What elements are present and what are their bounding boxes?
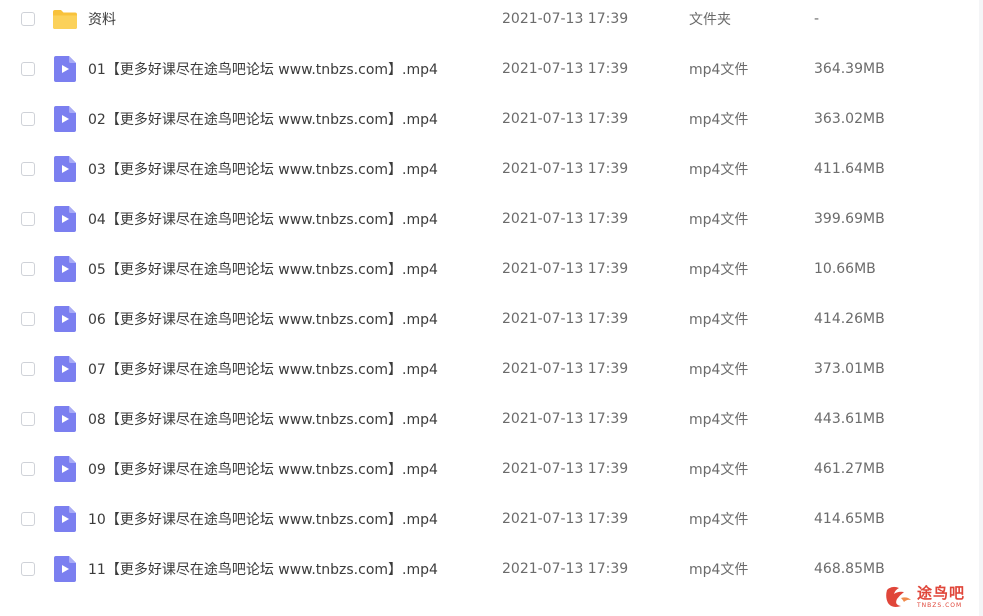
- file-type: mp4文件: [689, 412, 749, 428]
- file-name[interactable]: 09【更多好课尽在途鸟吧论坛 www.tnbzs.com】.mp4: [88, 459, 438, 479]
- file-name[interactable]: 01【更多好课尽在途鸟吧论坛 www.tnbzs.com】.mp4: [88, 59, 438, 79]
- file-type: 文件夹: [689, 12, 731, 28]
- file-date: 2021-07-13 17:39: [502, 211, 629, 227]
- row-checkbox[interactable]: [21, 262, 35, 276]
- video-file-icon: [51, 305, 79, 333]
- file-type: mp4文件: [689, 462, 749, 478]
- file-size: 414.65MB: [814, 511, 885, 527]
- file-date: 2021-07-13 17:39: [502, 411, 629, 427]
- file-type: mp4文件: [689, 62, 749, 78]
- file-type: mp4文件: [689, 162, 749, 178]
- row-checkbox[interactable]: [21, 562, 35, 576]
- file-size: 461.27MB: [814, 461, 885, 477]
- scrollbar-track[interactable]: [979, 0, 983, 616]
- file-name[interactable]: 04【更多好课尽在途鸟吧论坛 www.tnbzs.com】.mp4: [88, 209, 438, 229]
- file-name[interactable]: 06【更多好课尽在途鸟吧论坛 www.tnbzs.com】.mp4: [88, 309, 438, 329]
- file-name[interactable]: 资料: [88, 9, 116, 29]
- watermark: 途鸟吧 TNBZS.COM: [883, 582, 975, 612]
- file-type: mp4文件: [689, 362, 749, 378]
- row-checkbox[interactable]: [21, 112, 35, 126]
- file-date: 2021-07-13 17:39: [502, 261, 629, 277]
- list-item[interactable]: 01【更多好课尽在途鸟吧论坛 www.tnbzs.com】.mp4 2021-0…: [4, 44, 976, 94]
- file-date: 2021-07-13 17:39: [502, 61, 629, 77]
- file-name[interactable]: 02【更多好课尽在途鸟吧论坛 www.tnbzs.com】.mp4: [88, 109, 438, 129]
- watermark-subtext: TNBZS.COM: [917, 601, 963, 609]
- file-size: 468.85MB: [814, 561, 885, 577]
- file-date: 2021-07-13 17:39: [502, 11, 629, 27]
- file-name[interactable]: 08【更多好课尽在途鸟吧论坛 www.tnbzs.com】.mp4: [88, 409, 438, 429]
- file-size: -: [814, 11, 820, 27]
- video-file-icon: [51, 455, 79, 483]
- row-checkbox[interactable]: [21, 312, 35, 326]
- file-name[interactable]: 03【更多好课尽在途鸟吧论坛 www.tnbzs.com】.mp4: [88, 159, 438, 179]
- list-item[interactable]: 02【更多好课尽在途鸟吧论坛 www.tnbzs.com】.mp4 2021-0…: [4, 94, 976, 144]
- row-checkbox[interactable]: [21, 62, 35, 76]
- file-date: 2021-07-13 17:39: [502, 311, 629, 327]
- file-list: 资料 2021-07-13 17:39 文件夹 - 01【更多好课尽在途鸟吧论坛…: [0, 0, 983, 616]
- file-name[interactable]: 07【更多好课尽在途鸟吧论坛 www.tnbzs.com】.mp4: [88, 359, 438, 379]
- row-checkbox[interactable]: [21, 12, 35, 26]
- file-type: mp4文件: [689, 212, 749, 228]
- file-type: mp4文件: [689, 262, 749, 278]
- file-date: 2021-07-13 17:39: [502, 161, 629, 177]
- list-item[interactable]: 09【更多好课尽在途鸟吧论坛 www.tnbzs.com】.mp4 2021-0…: [4, 444, 976, 494]
- file-date: 2021-07-13 17:39: [502, 461, 629, 477]
- file-date: 2021-07-13 17:39: [502, 361, 629, 377]
- list-item[interactable]: 11【更多好课尽在途鸟吧论坛 www.tnbzs.com】.mp4 2021-0…: [4, 544, 976, 594]
- list-item[interactable]: 资料 2021-07-13 17:39 文件夹 -: [4, 0, 976, 44]
- row-checkbox[interactable]: [21, 162, 35, 176]
- file-type: mp4文件: [689, 112, 749, 128]
- file-type: mp4文件: [689, 312, 749, 328]
- list-item[interactable]: 05【更多好课尽在途鸟吧论坛 www.tnbzs.com】.mp4 2021-0…: [4, 244, 976, 294]
- file-type: mp4文件: [689, 512, 749, 528]
- list-item[interactable]: 06【更多好课尽在途鸟吧论坛 www.tnbzs.com】.mp4 2021-0…: [4, 294, 976, 344]
- row-checkbox[interactable]: [21, 212, 35, 226]
- file-type: mp4文件: [689, 562, 749, 578]
- file-size: 414.26MB: [814, 311, 885, 327]
- video-file-icon: [51, 105, 79, 133]
- file-date: 2021-07-13 17:39: [502, 511, 629, 527]
- watermark-bird-logo-icon: [883, 584, 913, 610]
- video-file-icon: [51, 505, 79, 533]
- file-name[interactable]: 11【更多好课尽在途鸟吧论坛 www.tnbzs.com】.mp4: [88, 559, 438, 579]
- video-file-icon: [51, 255, 79, 283]
- file-size: 364.39MB: [814, 61, 885, 77]
- folder-icon: [51, 5, 79, 33]
- video-file-icon: [51, 355, 79, 383]
- file-size: 363.02MB: [814, 111, 885, 127]
- video-file-icon: [51, 55, 79, 83]
- file-size: 10.66MB: [814, 261, 876, 277]
- file-date: 2021-07-13 17:39: [502, 561, 629, 577]
- watermark-text: 途鸟吧: [917, 583, 966, 602]
- video-file-icon: [51, 405, 79, 433]
- video-file-icon: [51, 555, 79, 583]
- row-checkbox[interactable]: [21, 362, 35, 376]
- row-checkbox[interactable]: [21, 512, 35, 526]
- video-file-icon: [51, 205, 79, 233]
- file-size: 443.61MB: [814, 411, 885, 427]
- file-name[interactable]: 10【更多好课尽在途鸟吧论坛 www.tnbzs.com】.mp4: [88, 509, 438, 529]
- file-size: 399.69MB: [814, 211, 885, 227]
- video-file-icon: [51, 155, 79, 183]
- list-item[interactable]: 03【更多好课尽在途鸟吧论坛 www.tnbzs.com】.mp4 2021-0…: [4, 144, 976, 194]
- list-item[interactable]: 04【更多好课尽在途鸟吧论坛 www.tnbzs.com】.mp4 2021-0…: [4, 194, 976, 244]
- row-checkbox[interactable]: [21, 412, 35, 426]
- file-name[interactable]: 05【更多好课尽在途鸟吧论坛 www.tnbzs.com】.mp4: [88, 259, 438, 279]
- file-size: 373.01MB: [814, 361, 885, 377]
- list-item[interactable]: 07【更多好课尽在途鸟吧论坛 www.tnbzs.com】.mp4 2021-0…: [4, 344, 976, 394]
- list-item[interactable]: 10【更多好课尽在途鸟吧论坛 www.tnbzs.com】.mp4 2021-0…: [4, 494, 976, 544]
- list-item[interactable]: 08【更多好课尽在途鸟吧论坛 www.tnbzs.com】.mp4 2021-0…: [4, 394, 976, 444]
- file-date: 2021-07-13 17:39: [502, 111, 629, 127]
- row-checkbox[interactable]: [21, 462, 35, 476]
- file-size: 411.64MB: [814, 161, 885, 177]
